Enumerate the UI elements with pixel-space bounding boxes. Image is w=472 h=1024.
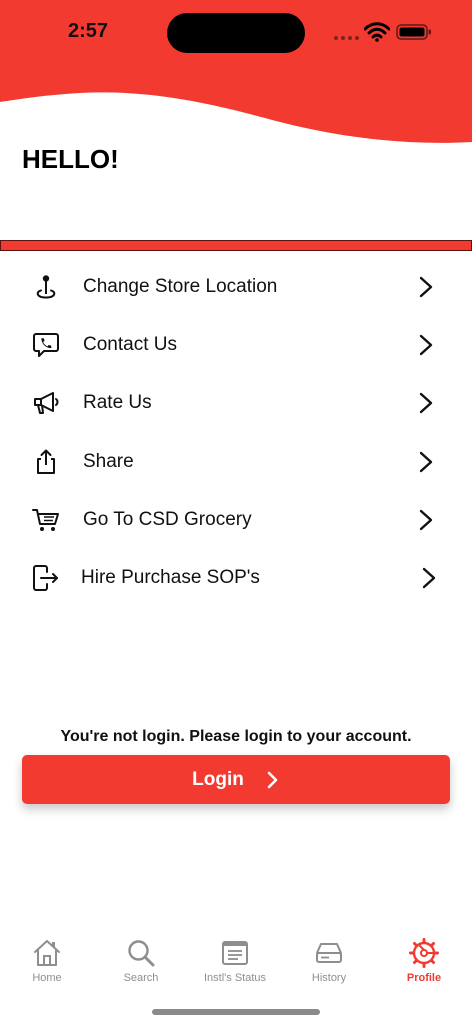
menu-item-contact-us[interactable]: Contact Us [0, 316, 472, 374]
megaphone-icon [34, 392, 59, 415]
profile-gear-icon [409, 938, 439, 968]
location-pin-icon [36, 275, 56, 299]
bottom-tab-bar: Home Search Instl's Status History Profi… [0, 930, 472, 1000]
tab-label: History [311, 972, 347, 984]
status-time: 2:57 [68, 20, 109, 42]
magnifier-icon [128, 940, 155, 967]
login-button-label: Login [192, 768, 244, 790]
tab-home[interactable]: Home [0, 930, 94, 994]
menu-item-label: Contact Us [83, 334, 177, 356]
chevron-right-icon [422, 567, 436, 589]
chevron-right-icon [267, 771, 278, 788]
menu-item-label: Rate Us [83, 392, 152, 414]
login-message: You're not login. Please login to your a… [60, 728, 412, 745]
house-icon [34, 940, 60, 966]
tab-label: Instl's Status [203, 972, 266, 984]
chevron-right-icon [419, 276, 433, 298]
shopping-cart-icon [32, 508, 59, 531]
menu-item-label: Hire Purchase SOP's [81, 567, 260, 589]
battery-icon [396, 24, 431, 40]
chevron-right-icon [419, 509, 433, 530]
chevron-right-icon [419, 334, 433, 356]
menu-item-label: Share [83, 450, 134, 472]
tab-label: Search [123, 972, 159, 984]
menu-item-share[interactable]: Share [0, 433, 472, 491]
tab-instls-status[interactable]: Instl's Status [188, 930, 282, 994]
tab-profile[interactable]: Profile [377, 930, 471, 994]
wifi-icon [364, 22, 390, 42]
document-list-icon [222, 941, 248, 965]
dynamic-island [167, 13, 305, 53]
menu-item-hire-purchase-sops[interactable]: Hire Purchase SOP's [0, 549, 472, 607]
tab-label: Home [32, 972, 62, 984]
chat-phone-icon [33, 333, 59, 358]
greeting-title: HELLO! [22, 144, 119, 174]
home-indicator [152, 1009, 320, 1015]
share-icon [37, 449, 55, 474]
menu-item-change-store-location[interactable]: Change Store Location [0, 258, 472, 316]
status-bar: 2:57 [0, 0, 472, 64]
tab-history[interactable]: History [282, 930, 376, 994]
chevron-right-icon [419, 393, 433, 414]
profile-menu: Change Store Location Contact Us Rate Us [0, 258, 472, 607]
login-button[interactable]: Login [22, 755, 450, 804]
menu-item-go-to-csd-grocery[interactable]: Go To CSD Grocery [0, 491, 472, 549]
section-divider [0, 240, 472, 251]
drive-stack-icon [316, 943, 342, 963]
chevron-right-icon [419, 451, 433, 472]
tab-label: Profile [406, 972, 442, 984]
menu-item-rate-us[interactable]: Rate Us [0, 374, 472, 432]
menu-item-label: Change Store Location [83, 276, 278, 298]
menu-item-label: Go To CSD Grocery [83, 508, 252, 530]
logout-arrow-icon [33, 564, 58, 591]
cellular-signal-icon [334, 36, 359, 40]
tab-search[interactable]: Search [94, 930, 188, 994]
